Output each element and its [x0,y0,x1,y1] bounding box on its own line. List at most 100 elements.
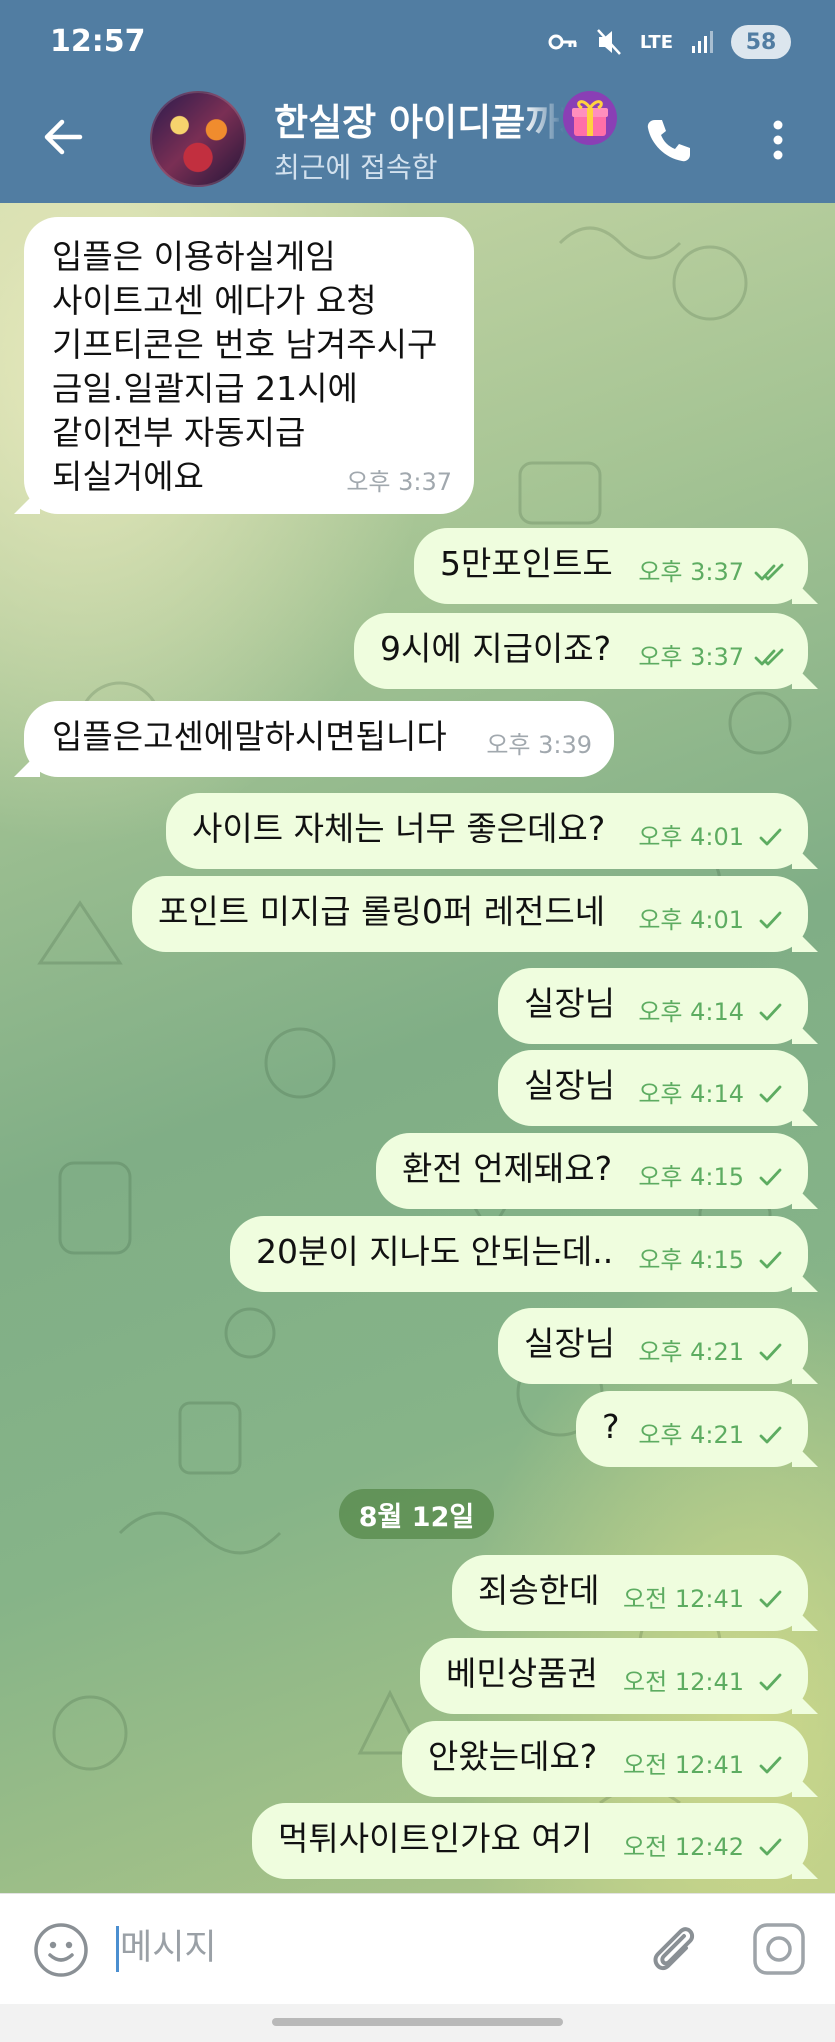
message-text: 베민상품권 [446,1654,598,1693]
gift-icon[interactable] [562,90,618,146]
check-icon [759,1756,782,1774]
message-time: 오후 4:15 [638,1163,744,1191]
message-line: 입플은 이용하실게임 [52,237,336,276]
outgoing-message[interactable]: 사이트 자체는 너무 좋은데요? 오후 4:01 [166,793,808,869]
outgoing-message[interactable]: 먹튀사이트인가요 여기 오전 12:42 [252,1803,808,1879]
message-meta: 오후 4:15 [638,1155,786,1199]
message-text: 20분이 지나도 안되는데.. [256,1232,614,1271]
date-divider: 8월 12일 [339,1489,494,1539]
check-icon [759,1590,782,1608]
message-text: 사이트 자체는 너무 좋은데요? [192,809,606,848]
check-icon [759,1251,782,1269]
outgoing-message[interactable]: 5만포인트도 오후 3:37 [414,528,808,604]
message-time: 오전 12:42 [623,1833,744,1861]
emoji-icon[interactable] [32,1921,90,1979]
incoming-message[interactable]: 입플은고센에말하시면됩니다 오후 3:39 [24,701,614,777]
camera-icon[interactable] [750,1920,808,1978]
message-text: 죄송한데 [478,1571,600,1610]
home-indicator[interactable] [272,2018,563,2026]
double-check-icon [754,563,784,581]
message-text: 안왔는데요? [428,1737,598,1776]
check-icon [759,1343,782,1361]
chat-title[interactable]: 한실장 아이디끝까지 [274,92,564,146]
message-time: 오후 4:14 [638,998,744,1026]
outgoing-message[interactable]: ? 오후 4:21 [576,1391,808,1467]
check-icon [759,1085,782,1103]
message-text: 실장님 [524,1324,616,1363]
message-meta: 오후 3:37 [638,550,786,594]
signal-icon [692,31,713,53]
message-meta: 오후 4:01 [638,815,786,859]
paperclip-icon[interactable] [640,1916,704,1980]
message-line: 사이트고센 에다가 요청 [52,281,377,320]
message-line: 기프티콘은 번호 남겨주시구 [52,325,438,364]
battery-indicator: 58 [731,25,791,59]
message-time: 오후 4:21 [638,1338,744,1366]
message-time: 오후 3:39 [486,731,592,759]
network-type: LTE [639,31,673,53]
message-time: 오전 12:41 [623,1751,744,1779]
message-text: 먹튀사이트인가요 여기 [278,1819,593,1858]
outgoing-message[interactable]: 베민상품권 오전 12:41 [420,1638,808,1714]
message-composer [0,1893,835,2004]
message-text: 5만포인트도 [440,544,613,583]
message-time: 오후 4:01 [638,823,744,851]
message-text: 실장님 [524,984,616,1023]
message-meta: 오전 12:41 [623,1577,786,1621]
avatar[interactable] [150,91,246,187]
outgoing-message[interactable]: 안왔는데요? 오전 12:41 [402,1721,808,1797]
message-time: 오전 12:41 [623,1585,744,1613]
message-meta: 오후 4:15 [638,1238,786,1282]
message-text: 실장님 [524,1066,616,1105]
incoming-message[interactable]: 입플은 이용하실게임 사이트고센 에다가 요청 기프티콘은 번호 남겨주시구 금… [24,217,474,514]
outgoing-message[interactable]: 환전 언제돼요? 오후 4:15 [376,1133,808,1209]
back-arrow-icon[interactable] [40,112,90,162]
message-meta: 오후 3:37 [638,635,786,679]
message-meta: 오후 4:14 [638,990,786,1034]
message-meta: 오후 3:37 [346,460,452,504]
message-time: 오후 4:14 [638,1080,744,1108]
message-time: 오전 12:41 [623,1668,744,1696]
chat-history[interactable]: 입플은 이용하실게임 사이트고센 에다가 요청 기프티콘은 번호 남겨주시구 금… [0,203,835,1893]
outgoing-message[interactable]: 실장님 오후 4:14 [498,968,808,1044]
message-input[interactable] [120,1918,620,1978]
message-line: 같이전부 자동지급 [52,413,306,452]
text-cursor [116,1926,119,1972]
system-nav-bar [0,2004,835,2042]
double-check-icon [754,648,784,666]
message-time: 오후 3:37 [638,558,744,586]
message-meta: 오후 4:21 [638,1413,786,1457]
check-icon [759,828,782,846]
mute-icon [597,29,621,55]
message-meta: 오후 3:39 [486,723,592,767]
outgoing-message[interactable]: 20분이 지나도 안되는데.. 오후 4:15 [230,1216,808,1292]
message-meta: 오후 4:01 [638,898,786,942]
check-icon [759,911,782,929]
message-line: 금일.일괄지급 21시에 [52,369,358,408]
check-icon [759,1673,782,1691]
message-text: 환전 언제돼요? [402,1149,613,1188]
outgoing-message[interactable]: 실장님 오후 4:21 [498,1308,808,1384]
message-time: 오후 4:15 [638,1246,744,1274]
battery-level: 58 [745,29,777,55]
check-icon [759,1426,782,1444]
last-seen-status: 최근에 접속함 [274,151,438,184]
message-meta: 오전 12:41 [623,1660,786,1704]
more-vert-icon[interactable] [760,112,796,168]
status-time: 12:57 [50,24,146,59]
message-time: 오후 4:21 [638,1421,744,1449]
message-meta: 오후 4:14 [638,1072,786,1116]
phone-icon[interactable] [640,112,696,168]
outgoing-message[interactable]: 실장님 오후 4:14 [498,1050,808,1126]
check-icon [759,1003,782,1021]
check-icon [759,1168,782,1186]
message-text: ? [602,1407,620,1446]
outgoing-message[interactable]: 죄송한데 오전 12:41 [452,1555,808,1631]
check-icon [759,1838,782,1856]
message-meta: 오후 4:21 [638,1330,786,1374]
outgoing-message[interactable]: 9시에 지급이죠? 오후 3:37 [354,613,808,689]
message-text: 포인트 미지급 롤링0퍼 레전드네 [158,892,606,931]
outgoing-message[interactable]: 포인트 미지급 롤링0퍼 레전드네 오후 4:01 [132,876,808,952]
message-meta: 오전 12:42 [623,1825,786,1869]
status-icons: LTE 58 [548,22,791,62]
